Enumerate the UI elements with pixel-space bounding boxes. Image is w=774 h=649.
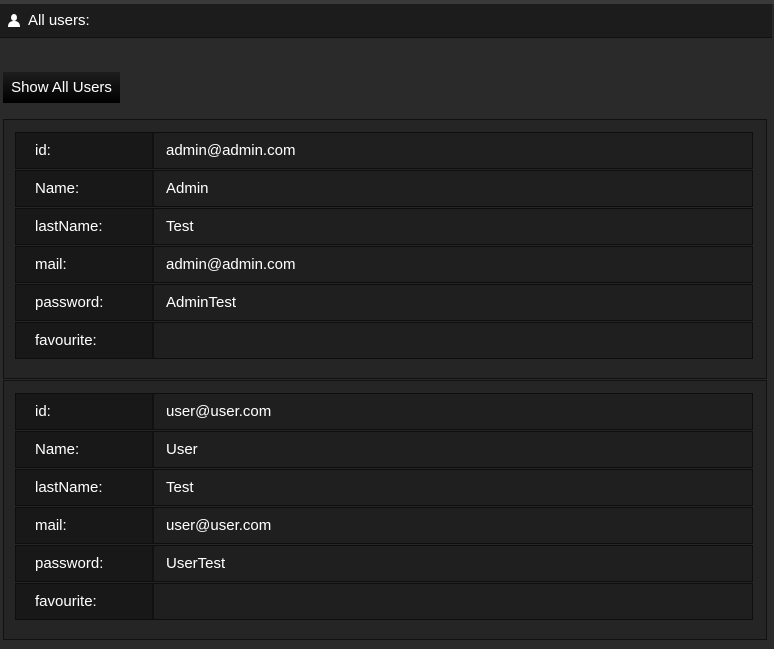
field-value: user@user.com: [166, 403, 272, 420]
field-value: Test: [166, 479, 194, 496]
table-row: mail: admin@admin.com: [15, 246, 753, 283]
table-row: favourite:: [15, 583, 753, 620]
user-card: id: user@user.com Name: User lastName: Test ma…: [3, 380, 767, 640]
field-label: password:: [16, 546, 154, 581]
field-label: id:: [16, 394, 154, 429]
field-label: lastName:: [16, 470, 154, 505]
field-label: id:: [16, 133, 154, 168]
table-row: lastName: Test: [15, 469, 753, 506]
field-value: User: [166, 441, 198, 458]
field-label: Name:: [16, 432, 154, 467]
table-row: id: user@user.com: [15, 393, 753, 430]
show-all-users-button[interactable]: Show All Users: [3, 72, 120, 103]
field-value: admin@admin.com: [166, 256, 296, 273]
field-label: password:: [16, 285, 154, 320]
user-card: id: admin@admin.com Name: Admin lastName: Tes…: [3, 119, 767, 379]
field-label: mail:: [16, 508, 154, 543]
table-row: id: admin@admin.com: [15, 132, 753, 169]
table-row: Name: User: [15, 431, 753, 468]
field-value: user@user.com: [166, 517, 272, 534]
user-icon: [7, 13, 21, 28]
table-row: password: UserTest: [15, 545, 753, 582]
field-label: favourite:: [16, 323, 154, 358]
field-value: admin@admin.com: [166, 142, 296, 159]
field-label: lastName:: [16, 209, 154, 244]
table-row: lastName: Test: [15, 208, 753, 245]
table-row: mail: user@user.com: [15, 507, 753, 544]
table-row: password: AdminTest: [15, 284, 753, 321]
section-header: All users:: [0, 4, 772, 38]
field-label: mail:: [16, 247, 154, 282]
section-title: All users:: [28, 12, 90, 29]
table-row: favourite:: [15, 322, 753, 359]
table-row: Name: Admin: [15, 170, 753, 207]
field-value: Test: [166, 218, 194, 235]
field-value: Admin: [166, 180, 209, 197]
field-value: AdminTest: [166, 294, 237, 311]
field-label: favourite:: [16, 584, 154, 619]
field-value: UserTest: [166, 555, 226, 572]
field-label: Name:: [16, 171, 154, 206]
